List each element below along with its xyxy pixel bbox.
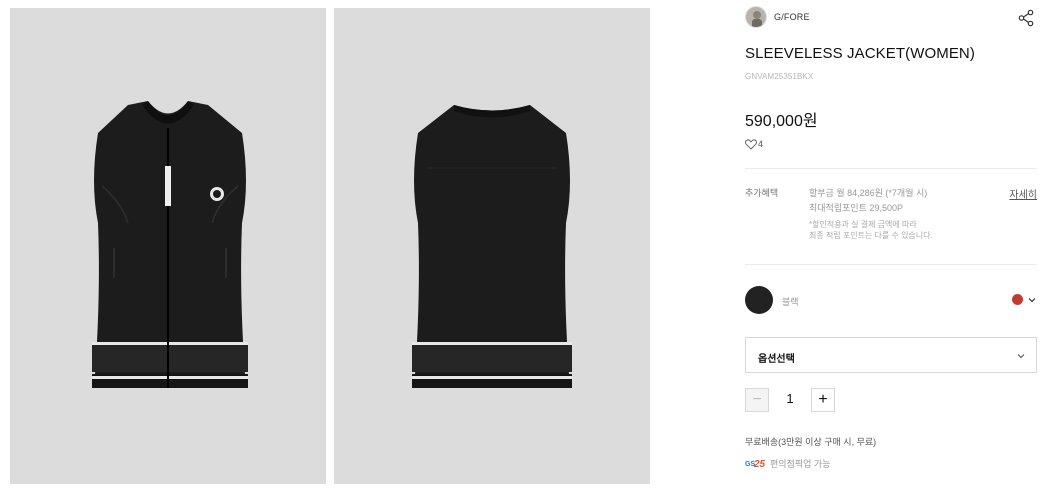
- gs25-logo: GS 25: [745, 459, 766, 468]
- option-select[interactable]: 옵션선택: [745, 337, 1037, 373]
- chevron-down-icon[interactable]: [1027, 295, 1037, 305]
- svg-text:25: 25: [753, 459, 766, 468]
- divider: [745, 168, 1037, 169]
- pickup-text: 편의점픽업 가능: [770, 459, 831, 469]
- brand-name[interactable]: G/FORE: [774, 12, 810, 22]
- points-text: 최대적립포인트 29,500P: [809, 203, 903, 213]
- quantity-increase-button[interactable]: +: [811, 388, 835, 412]
- product-title: SLEEVELESS JACKET(WOMEN): [745, 45, 975, 62]
- quantity-decrease-button[interactable]: −: [745, 388, 769, 412]
- like-count: 4: [758, 139, 764, 149]
- color-swatch-black[interactable]: [745, 286, 773, 314]
- installment-text: 할부금 월 84,286원 (*7개월 시): [809, 188, 928, 198]
- brand-row: G/FORE: [745, 6, 1037, 30]
- product-image-back[interactable]: [334, 8, 650, 484]
- quantity-value[interactable]: 1: [769, 388, 811, 412]
- benefit-note-line2: 최종 적립 포인트는 다를 수 있습니다.: [809, 231, 933, 240]
- shipping-info: 무료배송(3만원 이상 구매 시, 무료): [745, 437, 877, 447]
- heart-icon[interactable]: [745, 139, 757, 150]
- benefit-note-line1: *할인적용과 실 결제 금액에 따라: [809, 220, 917, 229]
- benefit-detail-link[interactable]: 자세히: [1009, 186, 1037, 201]
- color-indicator-dot[interactable]: [1012, 294, 1023, 305]
- vest-back-illustration: [412, 105, 572, 388]
- vest-front-illustration: [92, 101, 248, 388]
- share-icon[interactable]: [1017, 9, 1035, 27]
- brand-logo[interactable]: [745, 6, 767, 28]
- color-name: 블랙: [782, 297, 799, 307]
- benefit-label: 추가혜택: [745, 188, 779, 198]
- product-code: GNVAM25351BKX: [745, 72, 814, 81]
- product-info-panel: G/FORE SLEEVELESS JACKET(WOMEN) GNVAM253…: [745, 0, 1037, 492]
- product-image-front[interactable]: [10, 8, 326, 484]
- option-select-label: 옵션선택: [758, 354, 795, 365]
- divider: [745, 264, 1037, 265]
- product-price: 590,000원: [745, 113, 818, 130]
- chevron-down-icon: [1017, 354, 1025, 359]
